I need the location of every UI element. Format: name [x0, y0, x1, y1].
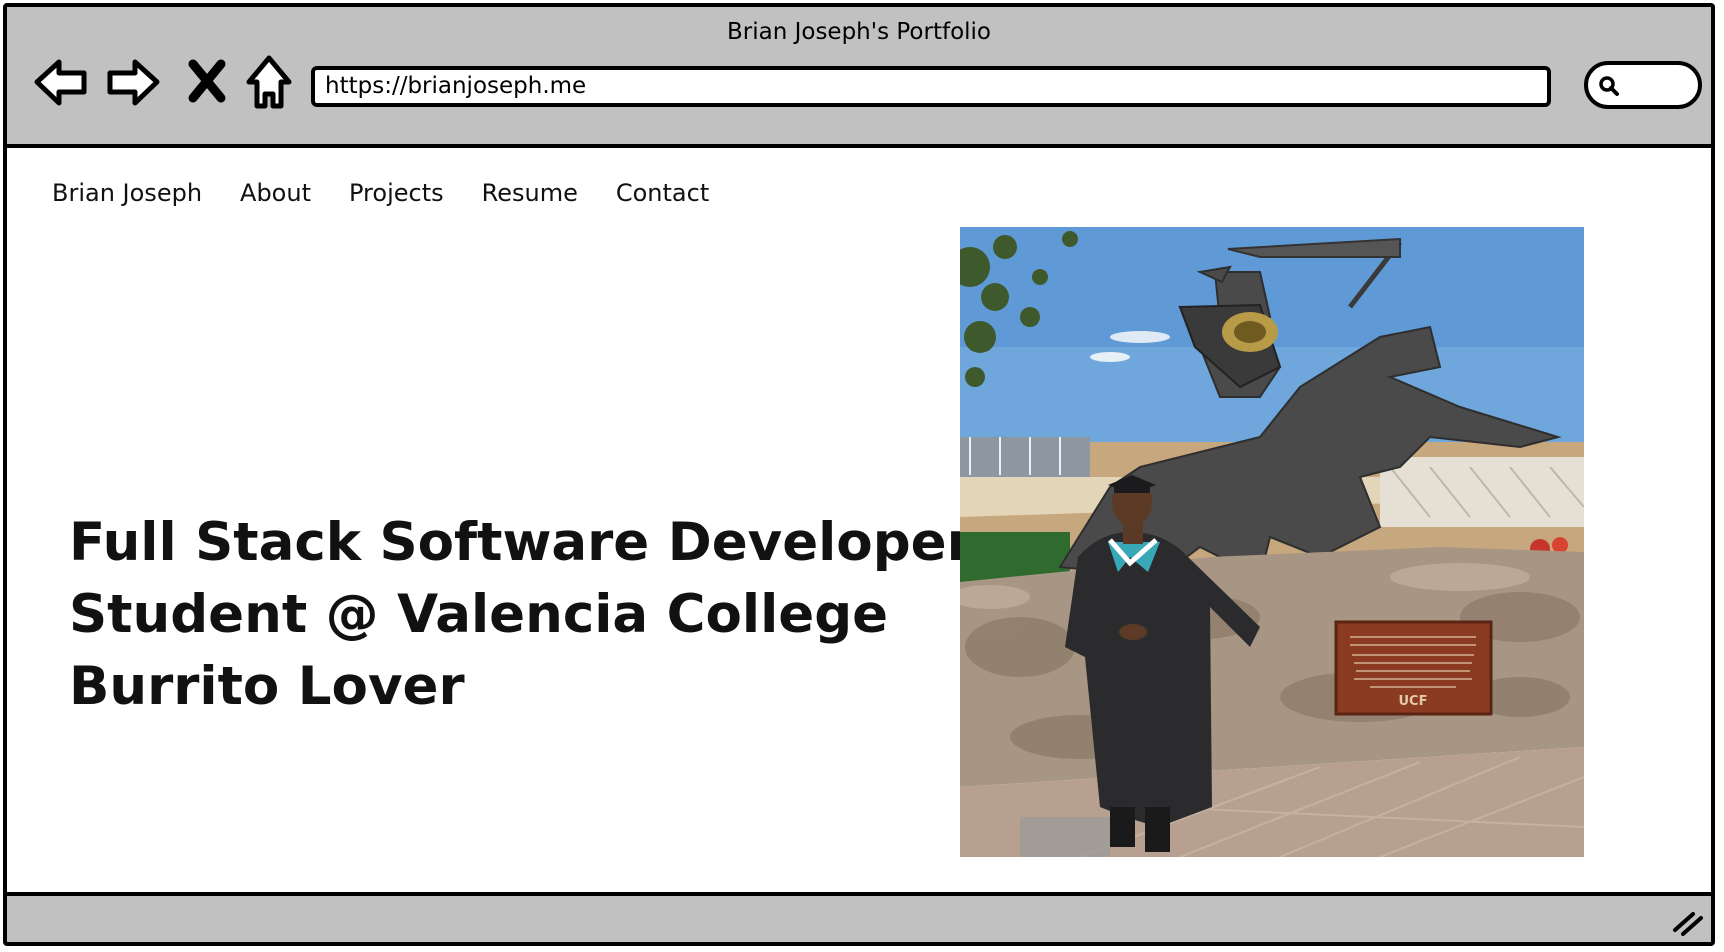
- address-bar[interactable]: https://brianjoseph.me: [311, 66, 1551, 107]
- nav-link-contact[interactable]: Contact: [616, 179, 709, 207]
- hero-tagline: Full Stack Software Developer Student @ …: [69, 507, 973, 723]
- status-bar: [7, 892, 1711, 942]
- hero-photo: UCF: [960, 227, 1584, 857]
- browser-window: Brian Joseph's Portfolio https://brianjo…: [3, 3, 1715, 946]
- search-icon: [1599, 76, 1619, 96]
- nav-link-home[interactable]: Brian Joseph: [52, 179, 202, 207]
- resize-grip-icon[interactable]: [1671, 908, 1703, 936]
- back-arrow-icon[interactable]: [31, 52, 91, 112]
- window-title: Brian Joseph's Portfolio: [726, 19, 991, 45]
- hero-line-hobby: Burrito Lover: [69, 656, 465, 717]
- home-icon[interactable]: [239, 52, 299, 112]
- plaque-logo: UCF: [1399, 694, 1428, 709]
- close-x-icon[interactable]: [177, 52, 237, 112]
- nav-link-about[interactable]: About: [240, 179, 311, 207]
- forward-arrow-icon[interactable]: [103, 52, 163, 112]
- hero-line-school: Student @ Valencia College: [69, 584, 889, 645]
- site-navigation: Brian Joseph About Projects Resume Conta…: [52, 179, 747, 207]
- search-box[interactable]: [1584, 61, 1702, 109]
- nav-link-projects[interactable]: Projects: [349, 179, 444, 207]
- browser-titlebar: Brian Joseph's Portfolio https://brianjo…: [7, 7, 1711, 148]
- hero-line-role: Full Stack Software Developer: [69, 512, 973, 573]
- nav-link-resume[interactable]: Resume: [482, 179, 578, 207]
